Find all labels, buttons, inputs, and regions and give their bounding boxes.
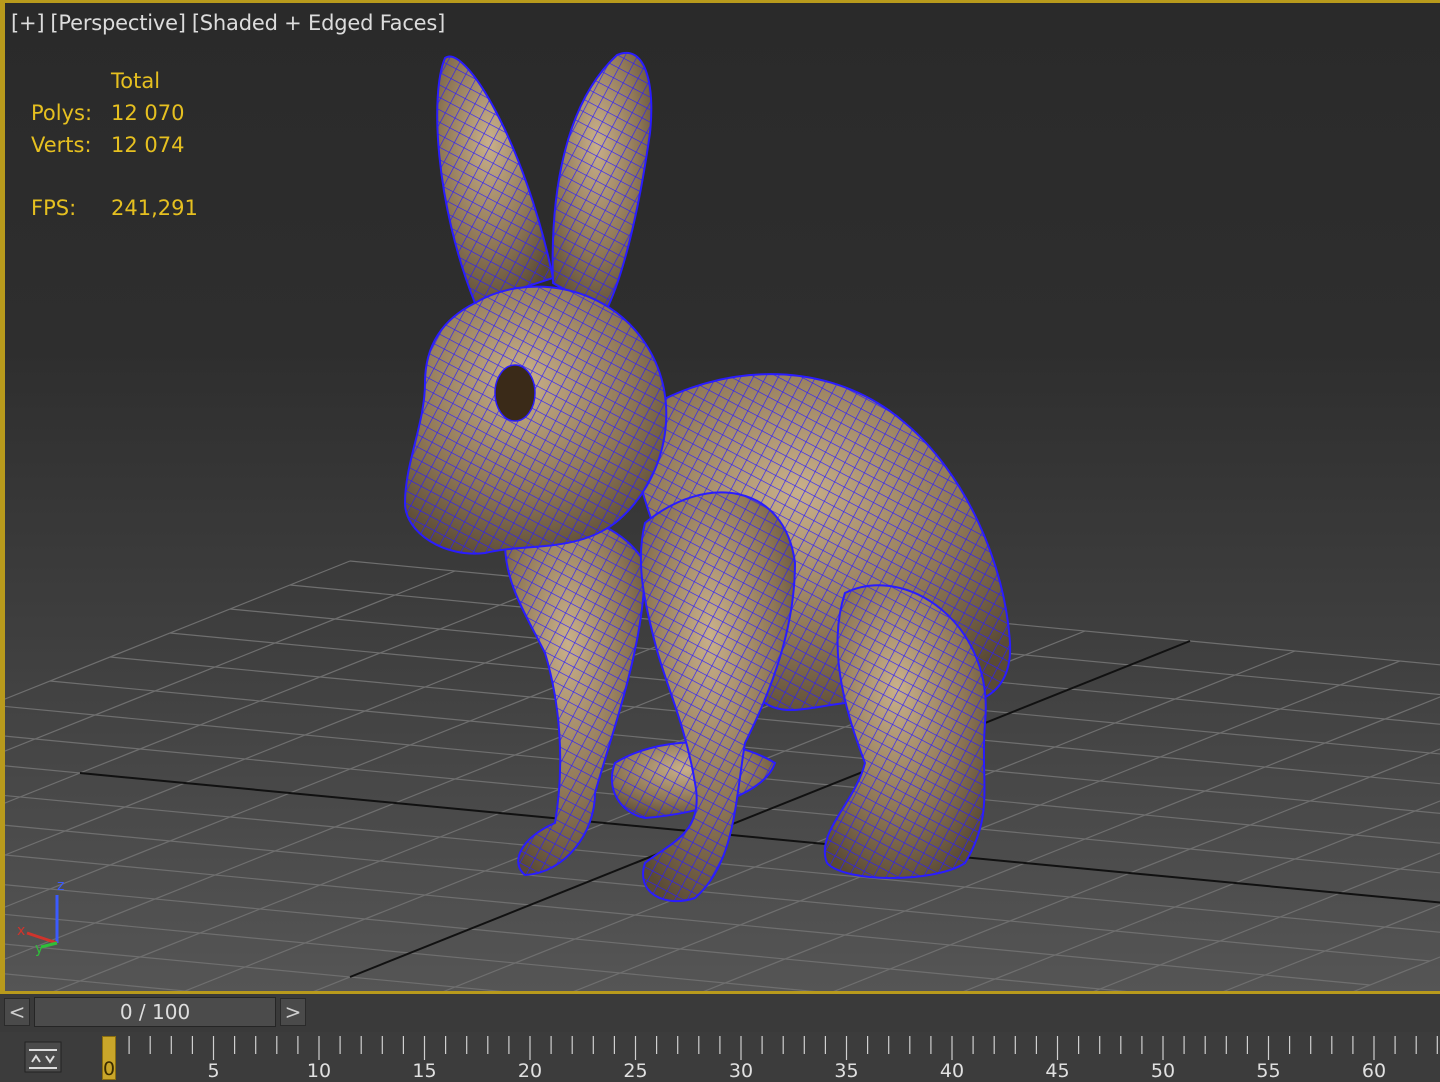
time-slider-bar: < 0 / 100 > — [0, 994, 1440, 1032]
next-frame-button[interactable]: > — [280, 998, 306, 1026]
curve-editor-icon[interactable] — [24, 1040, 62, 1076]
viewport-scene[interactable]: z x y — [5, 3, 1440, 994]
verts-value: 12 074 — [111, 133, 185, 157]
axis-z-label: z — [57, 878, 64, 894]
fps-value: 241,291 — [111, 196, 198, 220]
frame-label: 20 — [517, 1060, 543, 1082]
frame-label: 35 — [834, 1060, 859, 1082]
viewport-general-menu[interactable]: [+] — [11, 11, 45, 35]
perspective-viewport[interactable]: z x y [+] [Perspective] [Shaded + Edged Fa… — [0, 0, 1440, 994]
frame-label: 45 — [1045, 1060, 1070, 1082]
frame-label: 55 — [1256, 1060, 1281, 1082]
frame-label: 40 — [939, 1060, 965, 1082]
viewport-pov-menu[interactable]: [Perspective] — [50, 11, 186, 35]
current-frame-number: 0 — [102, 1058, 116, 1080]
viewport-label-bar: [+] [Perspective] [Shaded + Edged Faces] — [11, 11, 451, 35]
axis-y-label: y — [35, 941, 43, 957]
viewport-shading-menu[interactable]: [Shaded + Edged Faces] — [192, 11, 446, 35]
frame-label: 60 — [1361, 1060, 1387, 1082]
rabbit-mesh[interactable] — [403, 52, 1012, 903]
frame-label: 5 — [207, 1060, 220, 1082]
frame-label: 25 — [623, 1060, 648, 1082]
polys-label: Polys: — [31, 101, 93, 125]
axis-x-label: x — [17, 923, 25, 939]
polys-value: 12 070 — [111, 101, 185, 125]
trackbar-ruler[interactable] — [100, 1032, 1440, 1080]
time-slider[interactable]: 0 / 100 — [34, 997, 276, 1027]
stats-header: Total — [111, 69, 161, 93]
verts-label: Verts: — [31, 133, 92, 157]
rabbit-eye — [494, 364, 536, 422]
frame-label: 10 — [306, 1060, 332, 1082]
prev-frame-button[interactable]: < — [4, 998, 30, 1026]
frame-label: 30 — [728, 1060, 754, 1082]
frame-label: 50 — [1150, 1060, 1176, 1082]
trackbar[interactable]: 5 10 15 20 25 30 35 40 45 50 55 60 0 — [0, 1032, 1440, 1082]
fps-label: FPS: — [31, 196, 77, 220]
frame-label: 15 — [412, 1060, 437, 1082]
